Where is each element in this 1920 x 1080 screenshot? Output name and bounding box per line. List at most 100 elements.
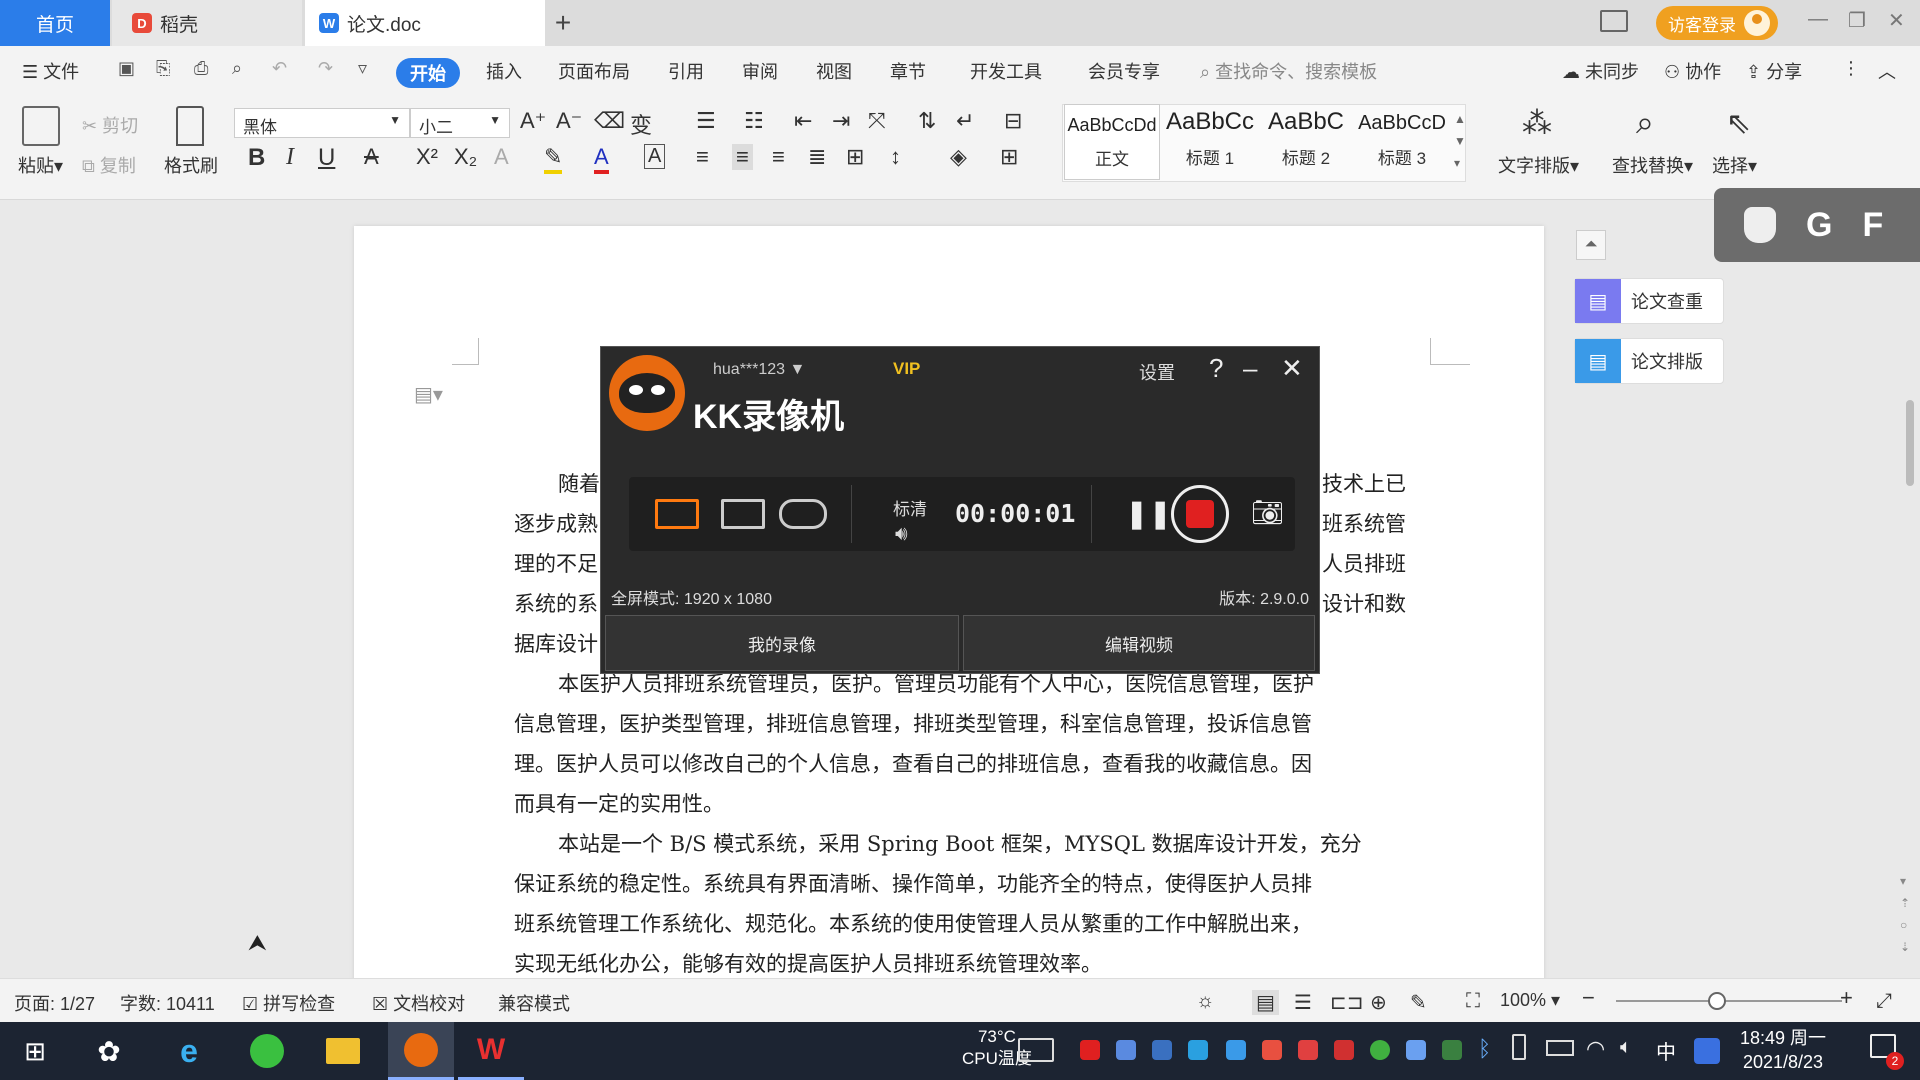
borders-icon[interactable]: ⊞ <box>1000 144 1018 170</box>
guest-login-button[interactable]: 访客登录 <box>1656 6 1778 40</box>
copy-button[interactable]: ⧉ 复制 <box>82 152 136 178</box>
ime-app-icon[interactable] <box>1694 1038 1720 1064</box>
kk-help-icon[interactable]: ? <box>1209 353 1223 384</box>
style-scroll-icon[interactable]: ▲ ▼ ▾ <box>1454 108 1466 174</box>
quality-select[interactable]: 标清 <box>893 495 927 520</box>
app-fan-icon[interactable]: ✿ <box>88 1030 130 1072</box>
tab-document[interactable]: W 论文.doc <box>305 0 545 46</box>
print-preview-icon[interactable]: ⌕ <box>232 58 242 79</box>
text-layout-icon[interactable]: ⁂ <box>1522 106 1552 141</box>
align-center-icon[interactable]: ≡ <box>732 144 753 170</box>
ime-indicator[interactable]: 中 <box>1656 1036 1676 1065</box>
strikethrough-icon[interactable]: A <box>364 144 379 170</box>
edit-video-button[interactable]: 编辑视频 <box>963 615 1315 671</box>
style-heading-3[interactable]: AaBbCcD 标题 3 <box>1354 104 1450 180</box>
menu-insert[interactable]: 插入 <box>486 58 522 84</box>
distribute-icon[interactable]: ⊞ <box>846 144 864 170</box>
bluetooth-icon[interactable]: ᛒ <box>1478 1036 1491 1062</box>
subscript-icon[interactable]: X₂ <box>454 144 477 170</box>
more-icon[interactable]: ⋮ <box>1842 58 1860 79</box>
print-icon[interactable]: ⎙ <box>194 58 208 79</box>
format-painter-button[interactable]: 格式刷 <box>164 152 218 178</box>
chinese-layout-icon[interactable]: ⤧ <box>868 108 886 134</box>
kk-close-icon[interactable]: ✕ <box>1281 353 1303 384</box>
text-layout-button[interactable]: 文字排版▾ <box>1498 152 1579 178</box>
kk-settings-button[interactable]: 设置 <box>1139 359 1175 385</box>
keyboard-icon[interactable] <box>1018 1038 1054 1062</box>
restore-icon[interactable]: ❐ <box>1848 8 1866 33</box>
table-ruler-icon[interactable]: ⊟ <box>1004 108 1022 134</box>
battery-icon[interactable] <box>1546 1040 1574 1056</box>
kk-minimize-icon[interactable]: ‒ <box>1243 353 1257 384</box>
file-explorer-icon[interactable] <box>322 1030 364 1072</box>
find-icon[interactable]: ⌕ <box>1636 104 1654 142</box>
kk-taskbar-icon[interactable] <box>388 1022 454 1080</box>
select-button[interactable]: 选择▾ <box>1712 152 1757 178</box>
tray-app-icon[interactable] <box>1262 1040 1282 1060</box>
tray-app-icon[interactable] <box>1298 1040 1318 1060</box>
redo-icon[interactable]: ↷ <box>318 58 333 79</box>
tab-daoke[interactable]: D 稻壳 <box>112 0 302 46</box>
save-icon[interactable]: ▣ <box>118 58 135 79</box>
fullscreen-icon[interactable]: ⤢ <box>1876 990 1892 1013</box>
undo-icon[interactable]: ↶ <box>272 58 287 79</box>
hand-icon[interactable] <box>1744 207 1776 243</box>
tray-app-icon[interactable] <box>1080 1040 1100 1060</box>
zoom-slider-handle[interactable] <box>1708 992 1726 1010</box>
my-recordings-button[interactable]: 我的录像 <box>605 615 959 671</box>
sort-icon[interactable]: ⇅ <box>918 108 936 134</box>
eye-protect-icon[interactable]: ☼ <box>1196 990 1214 1013</box>
menu-view[interactable]: 视图 <box>816 58 852 84</box>
justify-icon[interactable]: ≣ <box>808 144 826 170</box>
close-icon[interactable]: ✕ <box>1888 8 1905 33</box>
char-border-icon[interactable]: A <box>644 144 666 169</box>
ie-browser-icon[interactable]: e <box>168 1030 210 1072</box>
volume-icon[interactable]: 🔊︎ <box>895 523 908 546</box>
page-view-icon[interactable]: ▤ <box>1252 990 1279 1015</box>
style-heading-2[interactable]: AaBbC 标题 2 <box>1258 104 1354 180</box>
tray-app-icon[interactable] <box>1116 1040 1136 1060</box>
tray-app-icon[interactable] <box>1188 1040 1208 1060</box>
line-spacing-icon[interactable]: ↕ <box>890 144 901 170</box>
zoom-in-icon[interactable]: + <box>1840 985 1853 1011</box>
show-marks-icon[interactable]: ↵ <box>956 108 974 134</box>
numbered-list-icon[interactable]: ☷ <box>744 108 764 134</box>
menu-chapter[interactable]: 章节 <box>890 58 926 84</box>
bold-icon[interactable]: B <box>248 144 265 172</box>
style-heading-1[interactable]: AaBbCc 标题 1 <box>1162 104 1258 180</box>
word-count[interactable]: 字数: 10411 <box>120 990 215 1016</box>
menu-devtools[interactable]: 开发工具 <box>970 58 1042 84</box>
find-replace-button[interactable]: 查找替换▾ <box>1612 152 1693 178</box>
sync-button[interactable]: ☁ 未同步 <box>1562 58 1639 84</box>
write-view-icon[interactable]: ✎ <box>1410 990 1427 1015</box>
zoom-select[interactable]: 100% ▾ <box>1500 990 1560 1011</box>
paste-button[interactable]: 粘贴▾ <box>18 152 63 178</box>
menu-member[interactable]: 会员专享 <box>1088 58 1160 84</box>
export-icon[interactable]: ⎘ <box>156 58 170 79</box>
grow-font-icon[interactable]: A⁺ <box>520 108 546 134</box>
tray-app-icon[interactable] <box>1334 1040 1354 1060</box>
paper-layout-button[interactable]: ▤ 论文排版 <box>1574 338 1724 384</box>
spell-check-button[interactable]: ☑ 拼写检查 <box>242 990 335 1016</box>
underline-icon[interactable]: U <box>318 144 335 172</box>
style-normal[interactable]: AaBbCcDd 正文 <box>1064 104 1160 180</box>
shading-icon[interactable]: ◈ <box>950 144 967 170</box>
font-color-icon[interactable]: A <box>594 144 609 174</box>
paper-check-button[interactable]: ▤ 论文查重 <box>1574 278 1724 324</box>
collapse-ribbon-icon[interactable]: ︿ <box>1878 58 1896 84</box>
vertical-scrollbar-thumb[interactable] <box>1906 400 1914 486</box>
collapse-panel-icon[interactable]: ⏶ <box>1576 230 1606 260</box>
outline-view-icon[interactable]: ☰ <box>1294 990 1312 1015</box>
format-painter-icon[interactable] <box>176 106 204 146</box>
new-tab-button[interactable]: + <box>548 0 578 46</box>
usb-icon[interactable] <box>1512 1034 1526 1060</box>
menu-review[interactable]: 审阅 <box>742 58 778 84</box>
menu-layout[interactable]: 页面布局 <box>558 58 630 84</box>
paste-icon[interactable] <box>22 106 60 146</box>
kk-user-menu[interactable]: hua***123 ▼ <box>713 361 805 379</box>
stop-record-button[interactable] <box>1171 485 1229 543</box>
wifi-icon[interactable]: ◠ <box>1586 1036 1605 1062</box>
browser-360-icon[interactable] <box>246 1030 288 1072</box>
scroll-nav-icon[interactable]: ▾ ⇡ ○ ⇣ <box>1900 870 1910 958</box>
bullet-list-icon[interactable]: ☰ <box>696 108 716 134</box>
